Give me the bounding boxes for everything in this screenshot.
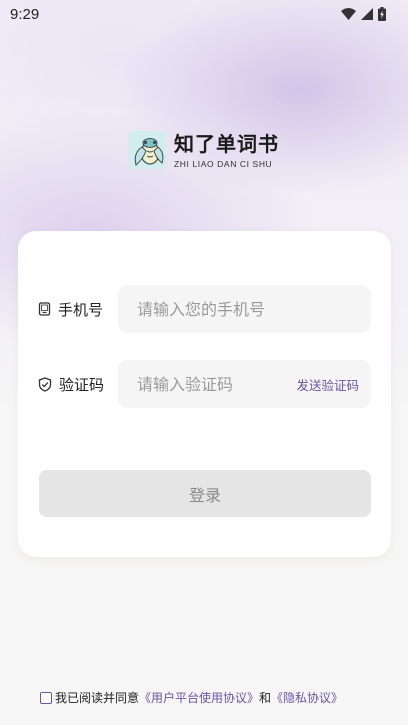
cicada-logo-icon xyxy=(128,131,166,169)
code-input[interactable] xyxy=(137,374,287,394)
phone-label-group: 手机号 xyxy=(38,299,103,320)
phone-field[interactable] xyxy=(118,285,371,333)
code-row: 验证码 发送验证码 xyxy=(18,360,391,408)
status-bar: 9:29 xyxy=(0,0,408,28)
brand-logo: 知了单词书 ZHI LIAO DAN CI SHU xyxy=(128,131,279,169)
phone-label: 手机号 xyxy=(58,300,104,319)
agreement-conjunction: 和 xyxy=(259,691,272,705)
phone-icon xyxy=(38,302,51,316)
app-title: 知了单词书 xyxy=(174,131,279,156)
phone-input[interactable] xyxy=(137,299,287,319)
wifi-icon xyxy=(341,8,356,20)
code-field[interactable]: 发送验证码 xyxy=(118,360,371,408)
shield-check-icon xyxy=(38,376,52,392)
code-label-group: 验证码 xyxy=(38,374,104,395)
agreement-row: 我已阅读并同意 《用户平台使用协议》 和 《隐私协议》 xyxy=(40,689,343,706)
battery-charging-icon xyxy=(378,7,386,21)
status-icons xyxy=(341,7,386,21)
user-agreement-link[interactable]: 《用户平台使用协议》 xyxy=(139,689,259,706)
code-label: 验证码 xyxy=(59,375,105,394)
privacy-policy-link[interactable]: 《隐私协议》 xyxy=(271,689,343,706)
app-subtitle: ZHI LIAO DAN CI SHU xyxy=(174,158,273,169)
login-button[interactable]: 登录 xyxy=(39,470,371,517)
send-code-button[interactable]: 发送验证码 xyxy=(296,375,359,394)
phone-row: 手机号 xyxy=(18,285,391,333)
login-card: 手机号 验证码 发送验证码 登录 xyxy=(18,231,391,557)
agreement-prefix: 我已阅读并同意 xyxy=(55,691,140,705)
signal-icon xyxy=(361,8,373,20)
agreement-checkbox[interactable] xyxy=(40,691,52,704)
status-time: 9:29 xyxy=(10,5,40,23)
